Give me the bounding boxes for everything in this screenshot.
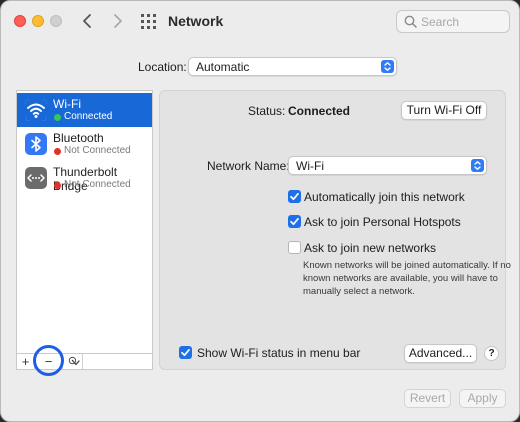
title-bar: Network [1,1,519,43]
service-item-thunderbolt-bridge[interactable]: Thunderbolt Bridge Not Connected [17,161,152,195]
popup-arrows-icon [471,159,484,172]
personal-hotspots-label: Ask to join Personal Hotspots [304,215,461,229]
location-value: Automatic [196,60,250,74]
network-preferences-window: Network Location: Automatic [0,0,520,422]
back-button[interactable] [79,12,97,30]
bluetooth-icon [25,133,47,155]
show-status-label: Show Wi-Fi status in menu bar [197,346,361,360]
service-list: Wi-Fi Connected Bluetooth Not Connected [16,90,153,354]
detail-pane [159,90,506,370]
divider [82,354,83,369]
revert-button[interactable]: Revert [404,389,451,408]
chevron-left-icon [83,14,91,28]
search-field[interactable] [396,10,510,33]
status-value: Connected [288,104,351,118]
status-dot-icon [54,148,61,155]
status-label: Status: [248,104,286,118]
checkmark-icon [181,348,190,357]
service-item-bluetooth[interactable]: Bluetooth Not Connected [17,127,152,161]
popup-arrows-icon [381,60,394,73]
close-button[interactable] [14,15,26,27]
grid-icon [141,14,156,29]
auto-join-checkbox[interactable] [288,190,301,203]
network-name-popup[interactable]: Wi-Fi [288,156,487,175]
checkmark-icon [290,217,299,226]
service-name: Wi-Fi [53,97,81,111]
new-networks-checkbox[interactable] [288,241,301,254]
chevron-right-icon [114,14,122,28]
show-all-button[interactable] [141,14,156,29]
service-status: Not Connected [64,179,131,190]
chevron-down-icon [72,360,80,366]
service-status: Not Connected [64,145,131,156]
location-popup[interactable]: Automatic [188,57,397,76]
add-service-button[interactable]: + [17,354,34,369]
known-networks-note: Known networks will be joined automatica… [303,260,511,297]
location-label: Location: [138,60,187,74]
window-title: Network [168,13,224,29]
search-input[interactable] [421,14,505,30]
service-item-wifi[interactable]: Wi-Fi Connected [17,93,152,127]
zoom-button[interactable] [50,15,62,27]
click-highlight-ring [33,345,64,376]
status-dot-icon [54,182,61,189]
help-button[interactable]: ? [484,346,499,361]
network-name-label: Network Name: [207,159,290,173]
search-icon [404,15,417,28]
auto-join-label: Automatically join this network [304,190,465,204]
apply-button[interactable]: Apply [459,389,506,408]
service-status: Connected [64,111,113,122]
advanced-button[interactable]: Advanced... [404,344,477,363]
action-menu-chevron[interactable] [71,354,81,369]
checkmark-icon [290,192,299,201]
status-dot-icon [54,114,61,121]
forward-button[interactable] [108,12,126,30]
wifi-icon [25,99,47,121]
show-status-checkbox[interactable] [179,346,192,359]
network-name-value: Wi-Fi [296,159,324,173]
minimize-button[interactable] [32,15,44,27]
new-networks-label: Ask to join new networks [304,241,437,255]
thunderbolt-bridge-icon [25,167,47,189]
service-name: Bluetooth [53,131,104,145]
turn-wifi-off-button[interactable]: Turn Wi-Fi Off [401,101,487,120]
personal-hotspots-checkbox[interactable] [288,215,301,228]
